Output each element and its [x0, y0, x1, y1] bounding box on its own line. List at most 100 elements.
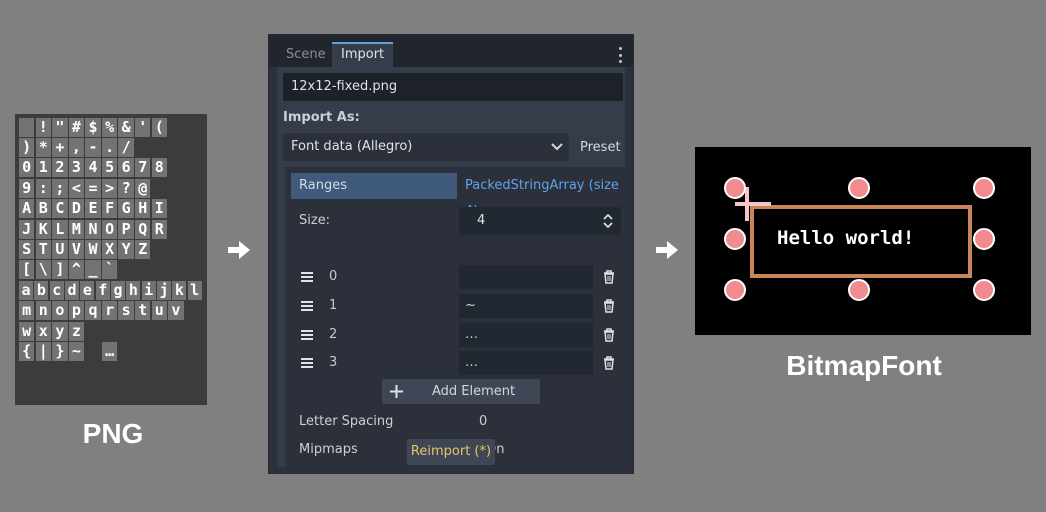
import-type-select[interactable]: Font data (Allegro): [283, 133, 569, 161]
png-glyph-sheet: ! " # $% & '() * +, -./0 1 2 3 4 5 6 7 8 9:; < = >? @ A B C D E F G H…: [15, 114, 207, 405]
glyph-cell: 3: [68, 158, 85, 178]
range-value-field[interactable]: ~: [459, 294, 593, 318]
add-element-button[interactable]: Add Element: [382, 379, 540, 404]
glyph-cell: 2: [52, 158, 68, 178]
file-name-field: 12x12-fixed.png: [283, 73, 623, 101]
glyph-row: STUVWXYZ: [19, 239, 203, 260]
glyph-cell: N: [85, 219, 101, 239]
glyph-cell: `: [101, 260, 118, 280]
range-index: 1: [329, 298, 338, 313]
range-value-field[interactable]: …: [459, 351, 593, 375]
arrow-right-icon: [228, 241, 250, 259]
preset-button[interactable]: Preset: [580, 139, 621, 157]
glyph-cell: }: [52, 341, 68, 361]
drag-handle-icon[interactable]: [301, 301, 313, 311]
ranges-property-value[interactable]: PackedStringArray (size 4): [465, 173, 625, 219]
glyph-row: ABCDEFGHI: [19, 199, 203, 219]
glyph-cell: [85, 322, 100, 341]
glyph-cell: 1: [35, 158, 51, 178]
glyph-row: abcdefghijkl: [19, 280, 203, 300]
glyph-cell: @: [135, 178, 151, 198]
spin-arrows-icon[interactable]: [603, 214, 613, 228]
drag-handle-icon[interactable]: [301, 272, 313, 282]
glyph-cell: Q: [135, 219, 151, 239]
resize-handle[interactable]: [724, 228, 746, 250]
glyph-cell: [152, 138, 167, 157]
dock-menu-icon[interactable]: [619, 47, 623, 63]
trash-icon[interactable]: [603, 328, 615, 342]
glyph-row: [\] ^ _ `: [19, 260, 203, 280]
glyph-cell: |: [35, 341, 51, 361]
glyph-cell: l: [187, 280, 202, 300]
resize-handle[interactable]: [973, 228, 995, 250]
glyph-cell: +: [52, 138, 68, 158]
glyph-cell: k: [172, 280, 187, 300]
ranges-property-label[interactable]: Ranges: [291, 173, 457, 199]
glyph-row: ! " # $% & '(: [19, 117, 203, 137]
resize-handle[interactable]: [724, 279, 746, 301]
drag-handle-icon[interactable]: [301, 330, 313, 340]
letter-spacing-value[interactable]: 0: [479, 413, 487, 431]
glyph-cell: (: [151, 117, 168, 137]
import-type-value: Font data (Allegro): [291, 139, 413, 154]
glyph-cell: o: [52, 301, 68, 321]
glyph-cell: K: [35, 219, 51, 239]
glyph-cell: &: [118, 117, 134, 137]
glyph-cell: [135, 260, 150, 279]
glyph-row: mnopqrstuv: [19, 301, 203, 321]
glyph-cell: #: [68, 117, 85, 137]
trash-icon[interactable]: [603, 356, 615, 370]
glyph-cell: Z: [135, 240, 151, 260]
range-index: 2: [329, 327, 338, 342]
reimport-button[interactable]: Reimport (*): [407, 439, 495, 465]
trash-icon[interactable]: [603, 299, 615, 313]
glyph-cell: G: [118, 199, 134, 219]
tab-scene[interactable]: Scene: [277, 42, 335, 67]
resize-handle[interactable]: [848, 177, 870, 199]
glyph-cell: ^: [68, 260, 85, 280]
add-element-label: Add Element: [432, 384, 516, 399]
glyph-cell: 7: [135, 158, 151, 178]
glyph-cell: D: [68, 199, 85, 219]
resize-handle[interactable]: [724, 177, 746, 199]
mipmaps-label: Mipmaps: [299, 442, 358, 457]
glyph-cell: [85, 342, 100, 361]
resize-handle[interactable]: [973, 177, 995, 199]
glyph-cell: !: [35, 117, 51, 137]
glyph-cell: *: [35, 138, 51, 158]
glyph-cell: I: [151, 199, 168, 219]
resize-handle[interactable]: [848, 279, 870, 301]
range-value-field[interactable]: [459, 265, 593, 289]
glyph-row: wxyz: [19, 321, 203, 341]
glyph-cell: ;: [52, 178, 68, 198]
glyph-cell: .: [101, 138, 118, 158]
glyph-row: JKLMNOPQR: [19, 219, 203, 239]
glyph-cell: q: [85, 301, 101, 321]
glyph-cell: X: [101, 240, 118, 260]
tab-import[interactable]: Import: [332, 42, 394, 67]
glyph-cell: V: [68, 240, 85, 260]
chevron-down-icon: [551, 143, 563, 151]
glyph-cell: %: [101, 117, 118, 137]
resize-handle[interactable]: [973, 279, 995, 301]
size-label: Size:: [299, 213, 331, 228]
glyph-cell: ,: [68, 138, 85, 158]
glyph-cell: ?: [118, 178, 134, 198]
glyph-cell: L: [52, 219, 68, 239]
glyph-cell: x: [35, 321, 51, 341]
range-value-field[interactable]: …: [459, 323, 593, 347]
glyph-cell: [135, 138, 150, 157]
glyph-cell: n: [35, 301, 51, 321]
drag-handle-icon[interactable]: [301, 358, 313, 368]
range-index: 0: [329, 269, 338, 284]
glyph-cell: <: [68, 178, 85, 198]
glyph-cell: [118, 342, 133, 361]
size-spinbox[interactable]: 4: [459, 207, 621, 235]
glyph-cell: u: [151, 301, 168, 321]
glyph-cell: A: [19, 199, 35, 219]
glyph-cell: ): [19, 138, 35, 158]
glyph-cell: -: [85, 138, 101, 158]
glyph-cell: [152, 260, 167, 279]
glyph-cell: [118, 322, 133, 341]
trash-icon[interactable]: [603, 270, 615, 284]
